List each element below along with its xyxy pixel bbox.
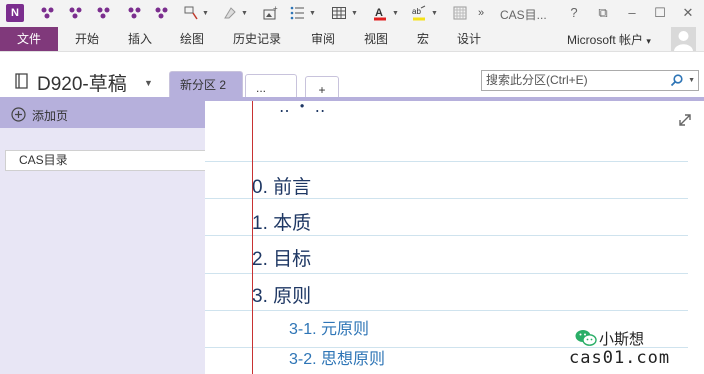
add-page-label: 添加页 (32, 109, 69, 123)
account-label: Microsoft 帐户 (567, 33, 644, 47)
highlight-icon[interactable] (222, 5, 238, 21)
page-item-cas-toc[interactable]: CAS目录 (5, 150, 205, 171)
more-tools-icon[interactable]: » (478, 7, 484, 19)
onenote-window: N ▼ ▼ + ▼ ▼ A ▼ ab ▼ » CAS目... ? ⧉ – ☐ ✕… (0, 0, 704, 374)
subheading-thought-principle[interactable]: 3-2. 思想原则 (289, 345, 385, 369)
text-highlight-icon[interactable]: ab (411, 5, 427, 21)
onenote-logo-icon: N (6, 4, 24, 22)
tab-file[interactable]: 文件 (0, 27, 58, 51)
ribbon-display-icon[interactable]: ⧉ (594, 4, 612, 22)
notebook-bar: D920-草稿 ▼ 新分区 2 ... + 搜索此分区(Ctrl+E) ▼ (0, 52, 704, 102)
format-painter-icon[interactable] (183, 5, 199, 21)
ruled-line (205, 161, 688, 162)
highlight-dropdown-icon[interactable]: ▼ (241, 10, 248, 17)
notebook-dropdown-icon[interactable]: ▼ (144, 78, 153, 88)
quick-access-toolbar: N ▼ ▼ + ▼ ▼ A ▼ ab ▼ » CAS目... ? ⧉ – ☐ ✕ (0, 0, 704, 27)
watermark-site: cas01.com (569, 348, 671, 368)
svg-text:A: A (375, 7, 383, 19)
search-icon[interactable] (670, 73, 684, 87)
tab-macro[interactable]: 宏 (417, 27, 429, 51)
table-icon[interactable] (331, 5, 347, 21)
margin-line (252, 101, 253, 374)
tab-insert[interactable]: 插入 (128, 27, 152, 51)
tab-view[interactable]: 视图 (364, 27, 388, 51)
heading-goal[interactable]: 2. 目标 (252, 244, 311, 271)
ruled-line (205, 235, 688, 236)
tab-draw[interactable]: 绘图 (180, 27, 204, 51)
font-color-dropdown-icon[interactable]: ▼ (392, 10, 399, 17)
watermark-name: 小斯想 (599, 331, 645, 348)
heading-preface[interactable]: 0. 前言 (252, 172, 311, 199)
gallery-icon[interactable] (452, 5, 468, 21)
redo-icon[interactable] (127, 5, 143, 21)
page-pane: 添加页 CAS目录 (0, 101, 205, 374)
insert-picture-icon[interactable]: + (262, 5, 278, 21)
expand-icon[interactable] (678, 113, 692, 127)
svg-text:ab: ab (412, 7, 421, 16)
search-placeholder: 搜索此分区(Ctrl+E) (486, 73, 588, 87)
format-painter-dropdown-icon[interactable]: ▼ (202, 10, 209, 17)
table-dropdown-icon[interactable]: ▼ (351, 10, 358, 17)
svg-text:+: + (273, 5, 278, 13)
help-icon[interactable]: ? (565, 4, 583, 22)
minimize-icon[interactable]: – (623, 4, 641, 22)
bullet-list-icon[interactable] (289, 5, 305, 21)
tab-design[interactable]: 设计 (457, 27, 481, 51)
bullet-list-dropdown-icon[interactable]: ▼ (309, 10, 316, 17)
font-color-icon[interactable]: A (372, 5, 388, 21)
avatar[interactable] (671, 27, 696, 51)
heading-essence[interactable]: 1. 本质 (252, 208, 311, 235)
add-page-icon (11, 107, 26, 122)
maximize-icon[interactable]: ☐ (651, 4, 669, 22)
heading-principle[interactable]: 3. 原则 (252, 281, 311, 308)
notebook-icon (13, 72, 31, 90)
search-box[interactable]: 搜索此分区(Ctrl+E) ▼ (481, 70, 699, 91)
subheading-meta-principle[interactable]: 3-1. 元原则 (289, 315, 369, 339)
text-highlight-dropdown-icon[interactable]: ▼ (431, 10, 438, 17)
ruled-line (205, 310, 688, 311)
watermark: 小斯想 cas01.com (569, 327, 703, 373)
close-icon[interactable]: ✕ (679, 4, 697, 22)
tab-review[interactable]: 审阅 (311, 27, 335, 51)
back-icon[interactable] (40, 5, 56, 21)
clipped-text-fragment: ‥ ・ ‥ (279, 101, 326, 116)
notebook-name[interactable]: D920-草稿 (37, 69, 127, 96)
search-scope-dropdown-icon[interactable]: ▼ (688, 71, 695, 90)
tab-history[interactable]: 历史记录 (233, 27, 281, 51)
account-menu[interactable]: Microsoft 帐户 ▾ (567, 31, 651, 48)
dock-icon[interactable] (154, 5, 170, 21)
forward-icon[interactable] (68, 5, 84, 21)
ribbon-tab-bar: 文件 开始 插入 绘图 历史记录 审阅 视图 宏 设计 Microsoft 帐户… (0, 27, 704, 52)
window-title: CAS目... (500, 8, 547, 22)
tab-section-active[interactable]: 新分区 2 (169, 71, 243, 97)
undo-icon[interactable] (96, 5, 112, 21)
account-dropdown-icon: ▾ (646, 36, 651, 46)
tab-home[interactable]: 开始 (75, 27, 99, 51)
ruled-line (205, 273, 688, 274)
wechat-icon (575, 329, 597, 347)
add-page-button[interactable]: 添加页 (0, 101, 205, 128)
